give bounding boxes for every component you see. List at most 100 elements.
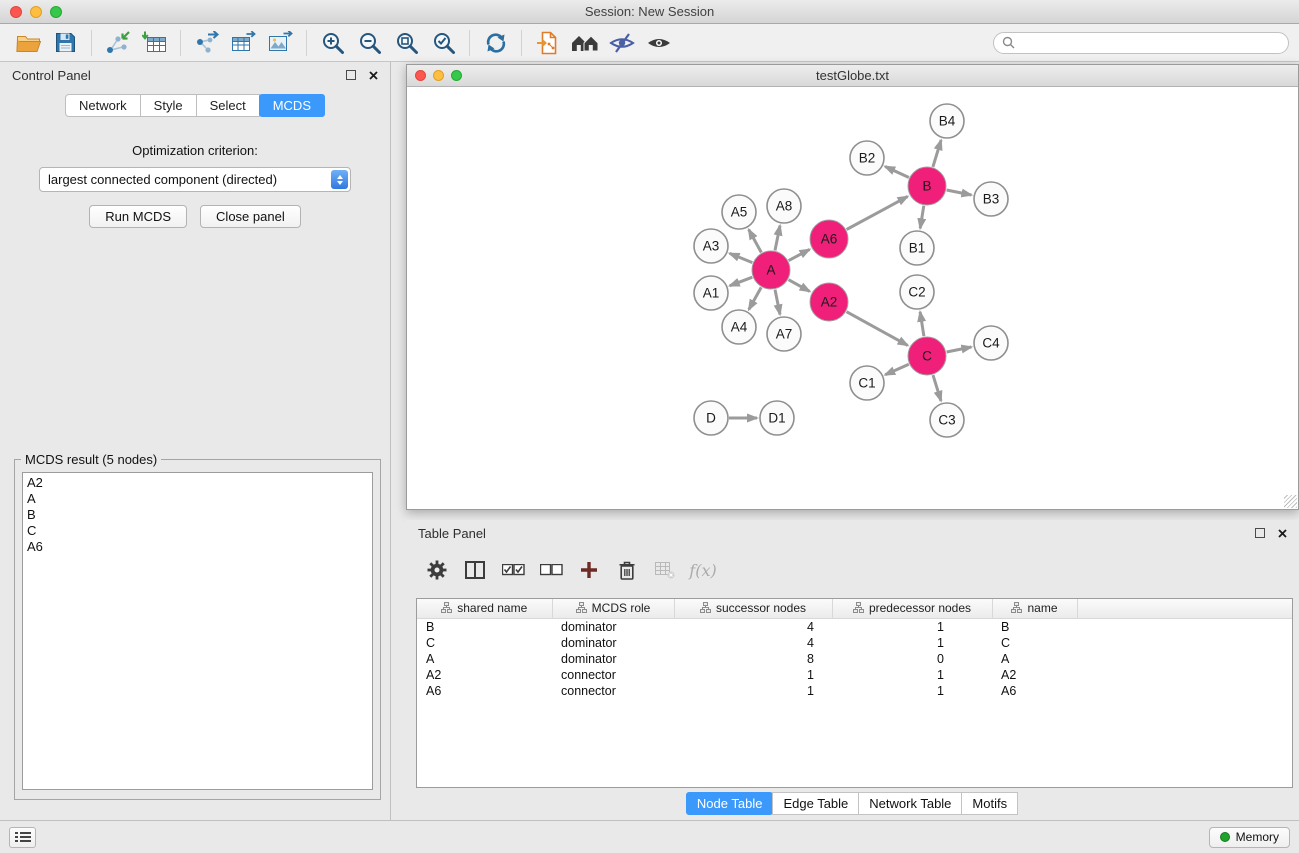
show-view-button[interactable] [640,27,677,59]
cell-mcds-role[interactable]: dominator [552,651,674,667]
tab-network-table[interactable]: Network Table [858,792,962,815]
graph-node-a7[interactable]: A7 [767,317,801,351]
tab-node-table[interactable]: Node Table [686,792,774,815]
cell-predecessor-nodes[interactable]: 1 [832,683,992,699]
network-minimize-button[interactable] [433,70,444,81]
zoom-fit-button[interactable] [388,27,425,59]
close-panel-icon[interactable] [369,71,378,80]
graph-node-b1[interactable]: B1 [900,231,934,265]
zoom-out-button[interactable] [351,27,388,59]
hide-annotations-button[interactable] [603,27,640,59]
graph-node-c4[interactable]: C4 [974,326,1008,360]
graph-node-a5[interactable]: A5 [722,195,756,229]
mcds-result-item[interactable]: B [23,507,372,523]
graph-edge-a-a6[interactable] [789,249,810,260]
cell-name[interactable]: A [992,651,1077,667]
export-network-button[interactable] [188,27,225,59]
network-graph[interactable]: AA1A2A3A4A5A6A7A8BB1B2B3B4CC1C2C3C4DD1 [407,87,1298,509]
graph-node-a8[interactable]: A8 [767,189,801,223]
export-table-button[interactable] [225,27,262,59]
network-canvas[interactable]: AA1A2A3A4A5A6A7A8BB1B2B3B4CC1C2C3C4DD1 [407,87,1298,509]
float-panel-icon[interactable] [346,70,356,80]
graph-edge-a-a5[interactable] [749,230,762,253]
graph-edge-b-b1[interactable] [920,206,924,229]
graph-node-b2[interactable]: B2 [850,141,884,175]
resize-grip[interactable] [1284,495,1297,508]
network-close-button[interactable] [415,70,426,81]
graph-node-a6[interactable]: A6 [810,220,848,258]
table-row[interactable]: A6connector11A6 [417,683,1292,699]
cell-predecessor-nodes[interactable]: 1 [832,618,992,635]
mcds-result-item[interactable]: A [23,491,372,507]
graph-node-b3[interactable]: B3 [974,182,1008,216]
network-file-button[interactable] [529,27,566,59]
import-network-button[interactable] [99,27,136,59]
run-mcds-button[interactable]: Run MCDS [89,205,187,228]
graph-node-c2[interactable]: C2 [900,275,934,309]
search-input[interactable] [1020,36,1280,50]
memory-button[interactable]: Memory [1209,827,1290,848]
cell-mcds-role[interactable]: dominator [552,618,674,635]
cell-predecessor-nodes[interactable]: 1 [832,635,992,651]
cell-predecessor-nodes[interactable]: 0 [832,651,992,667]
graph-edge-c-c4[interactable] [947,347,972,352]
graph-edge-a-a2[interactable] [789,280,810,292]
mcds-result-item[interactable]: C [23,523,372,539]
network-zoom-button[interactable] [451,70,462,81]
tab-motifs[interactable]: Motifs [961,792,1018,815]
cell-shared-name[interactable]: B [417,618,552,635]
cell-successor-nodes[interactable]: 4 [674,635,832,651]
show-columns-button[interactable] [456,553,494,587]
cell-mcds-role[interactable]: connector [552,667,674,683]
close-panel-icon[interactable] [1278,529,1287,538]
cell-name[interactable]: A2 [992,667,1077,683]
cell-name[interactable]: C [992,635,1077,651]
cell-name[interactable]: A6 [992,683,1077,699]
cell-successor-nodes[interactable]: 4 [674,618,832,635]
table-row[interactable]: Adominator80A [417,651,1292,667]
cell-successor-nodes[interactable]: 8 [674,651,832,667]
tab-edge-table[interactable]: Edge Table [772,792,859,815]
graph-edge-c-c1[interactable] [885,364,909,375]
graph-node-b[interactable]: B [908,167,946,205]
minimize-window-button[interactable] [30,6,42,18]
open-session-button[interactable] [10,27,47,59]
graph-edge-a-a7[interactable] [775,290,780,315]
table-settings-button[interactable] [418,553,456,587]
graph-edge-a-a8[interactable] [775,226,780,251]
table-row[interactable]: Cdominator41C [417,635,1292,651]
graph-edge-a2-c[interactable] [847,312,908,346]
cell-predecessor-nodes[interactable]: 1 [832,667,992,683]
import-table-button[interactable] [136,27,173,59]
graph-edge-a-a3[interactable] [730,253,753,262]
cell-shared-name[interactable]: A2 [417,667,552,683]
graph-node-a[interactable]: A [752,251,790,289]
column-header-mcds-role[interactable]: MCDS role [552,599,674,618]
graph-node-a2[interactable]: A2 [810,283,848,321]
search-box[interactable] [993,32,1289,54]
create-column-button[interactable] [570,553,608,587]
graph-edge-b-b3[interactable] [947,190,972,195]
deselect-all-button[interactable] [532,553,570,587]
graph-edge-c-c2[interactable] [920,312,924,336]
close-panel-button[interactable]: Close panel [200,205,301,228]
graph-edge-b-b2[interactable] [885,167,909,178]
cell-successor-nodes[interactable]: 1 [674,667,832,683]
graph-node-c[interactable]: C [908,337,946,375]
cell-successor-nodes[interactable]: 1 [674,683,832,699]
table-row[interactable]: Bdominator41B [417,618,1292,635]
graph-node-a1[interactable]: A1 [694,276,728,310]
home-views-button[interactable] [566,27,603,59]
cell-name[interactable]: B [992,618,1077,635]
float-panel-icon[interactable] [1255,528,1265,538]
graph-node-d[interactable]: D [694,401,728,435]
graph-edge-c-c3[interactable] [933,375,941,401]
graph-node-b4[interactable]: B4 [930,104,964,138]
tab-style[interactable]: Style [140,94,197,117]
mcds-result-item[interactable]: A2 [23,475,372,491]
cell-shared-name[interactable]: A [417,651,552,667]
mcds-result-item[interactable]: A6 [23,539,372,555]
column-header-predecessor-nodes[interactable]: predecessor nodes [832,599,992,618]
graph-edge-a6-b[interactable] [847,197,908,230]
save-session-button[interactable] [47,27,84,59]
